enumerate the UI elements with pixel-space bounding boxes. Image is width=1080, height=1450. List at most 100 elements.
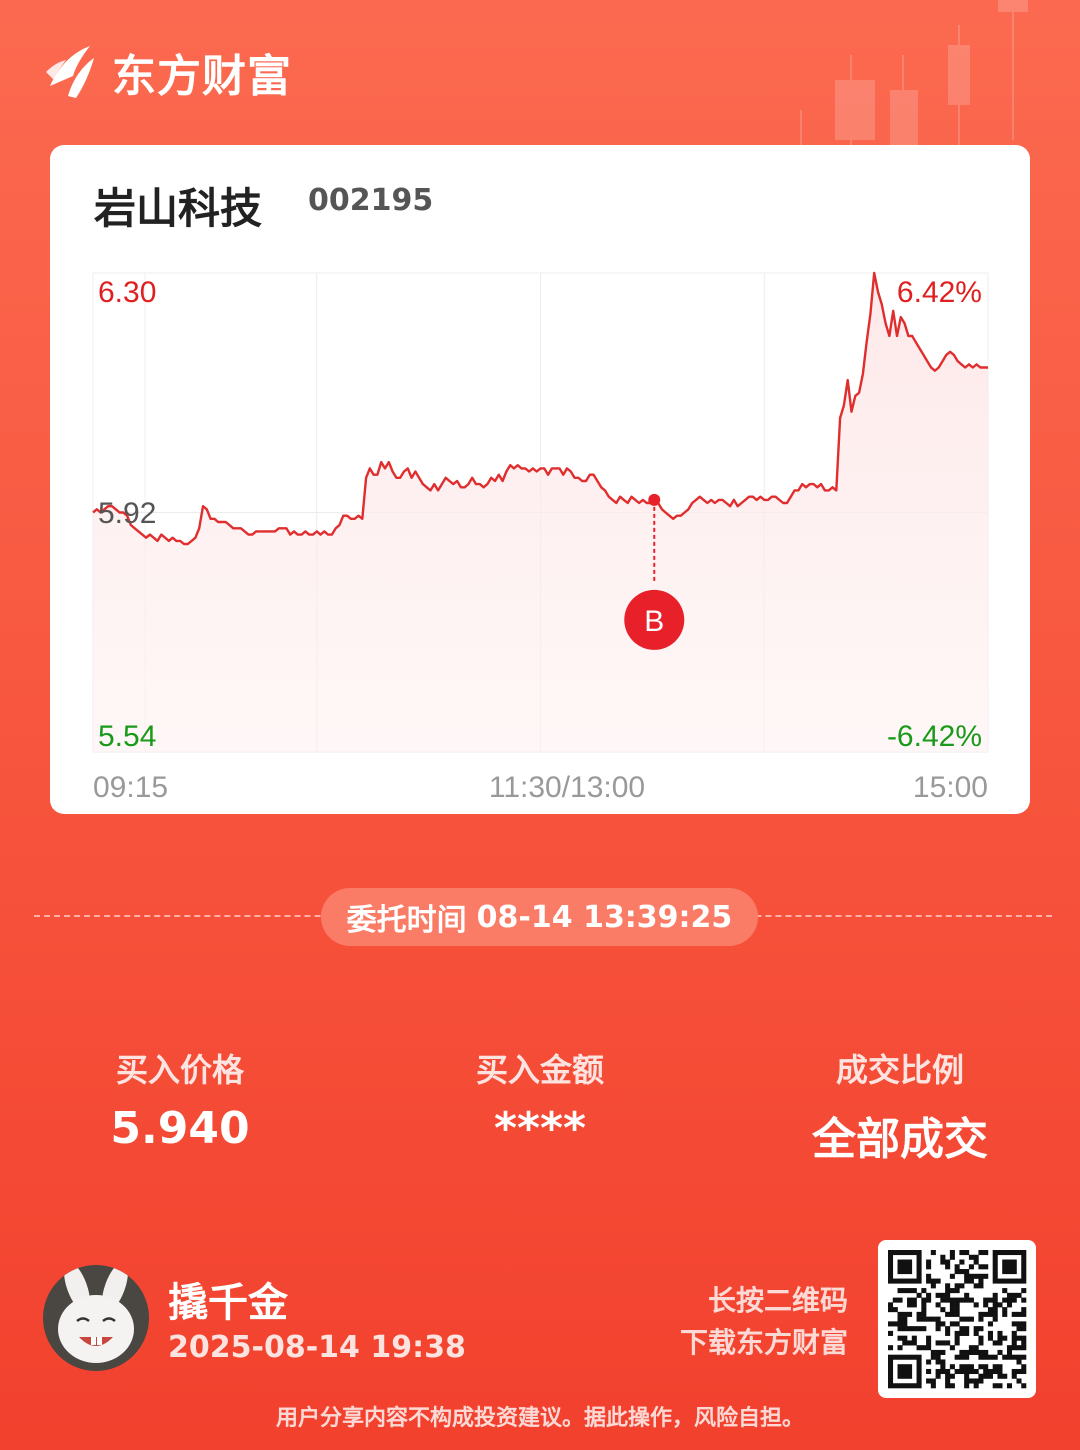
qr-module (1016, 1326, 1022, 1332)
metric-value: 全部成交 (812, 1114, 988, 1165)
qr-module (992, 1264, 998, 1270)
qr-module (992, 1311, 998, 1317)
qr-module (916, 1269, 922, 1275)
qr-module (968, 1264, 974, 1270)
qr-module (1006, 1302, 1013, 1308)
qr-module (902, 1373, 908, 1379)
qr-module (954, 1321, 960, 1327)
qr-module (888, 1269, 894, 1275)
qr-module (1011, 1269, 1017, 1275)
qr-module (892, 1321, 898, 1327)
qr-module (935, 1316, 941, 1322)
qr-module (992, 1307, 998, 1313)
qr-module (911, 1383, 917, 1389)
download-qr-code[interactable] (878, 1240, 1036, 1398)
qr-module (973, 1349, 979, 1355)
qr-module (935, 1321, 941, 1327)
qr-module (926, 1316, 932, 1322)
qr-module (945, 1373, 951, 1379)
qr-module (964, 1349, 970, 1355)
qr-module (926, 1345, 932, 1351)
qr-module (987, 1373, 993, 1379)
qr-module (892, 1278, 898, 1284)
qr-module (888, 1354, 894, 1360)
qr-module (968, 1345, 974, 1351)
qr-module (926, 1292, 932, 1298)
y-label-mid: 5.92 (98, 497, 156, 530)
qr-module (997, 1335, 1003, 1341)
qr-module (888, 1250, 894, 1256)
qr-module (926, 1335, 932, 1341)
brand-name: 东方财富 (112, 51, 292, 102)
qr-module (935, 1368, 941, 1375)
qr-module (940, 1297, 946, 1303)
qr-module (926, 1359, 932, 1365)
qr-module (983, 1264, 989, 1270)
qr-module (907, 1364, 913, 1370)
qr-module (1021, 1307, 1027, 1313)
qr-module (978, 1373, 984, 1379)
qr-module (968, 1273, 974, 1279)
qr-module (907, 1368, 913, 1375)
qr-module (902, 1368, 908, 1375)
qr-module (940, 1364, 946, 1370)
qr-module (992, 1254, 998, 1260)
qr-module (907, 1288, 913, 1294)
qr-module (892, 1354, 898, 1360)
qr-module (1011, 1250, 1017, 1256)
qr-module (935, 1359, 941, 1365)
qr-module (978, 1273, 984, 1279)
qr-module (992, 1250, 998, 1256)
qr-module (897, 1368, 903, 1375)
qr-module (959, 1364, 965, 1370)
qr-module (888, 1378, 894, 1384)
qr-module (935, 1326, 941, 1332)
qr-module (945, 1383, 951, 1389)
qr-module (964, 1354, 970, 1360)
marker-dot (648, 493, 661, 506)
qr-module (959, 1316, 965, 1322)
qr-module (940, 1321, 946, 1327)
qr-module (888, 1302, 894, 1308)
qr-module (911, 1288, 917, 1294)
qr-module (959, 1330, 965, 1336)
qr-module (921, 1326, 927, 1332)
qr-module (954, 1302, 960, 1308)
qr-module (987, 1335, 993, 1341)
qr-hint-line1: 长按二维码 (707, 1284, 848, 1317)
qr-module (916, 1278, 922, 1284)
qr-module (1006, 1297, 1013, 1303)
qr-module (954, 1311, 960, 1317)
qr-module (1006, 1383, 1013, 1389)
qr-module (921, 1302, 927, 1308)
qr-module (916, 1359, 922, 1365)
qr-module (911, 1326, 917, 1332)
qr-module (1021, 1250, 1027, 1256)
qr-module (940, 1368, 946, 1375)
qr-module (930, 1250, 936, 1256)
qr-module (930, 1316, 936, 1322)
qr-module (902, 1259, 908, 1265)
qr-module (973, 1383, 979, 1389)
qr-module (911, 1354, 917, 1360)
avatar[interactable] (43, 1265, 149, 1371)
qr-module (935, 1278, 941, 1284)
qr-module (992, 1340, 998, 1346)
qr-module (897, 1264, 903, 1270)
qr-module (907, 1302, 913, 1308)
qr-module (888, 1307, 894, 1313)
qr-module (916, 1383, 922, 1389)
qr-module (888, 1278, 894, 1284)
qr-module (1016, 1368, 1022, 1375)
qr-module (964, 1373, 970, 1379)
qr-module (926, 1273, 932, 1279)
qr-module (945, 1326, 951, 1332)
qr-module (1011, 1373, 1017, 1379)
qr-module (1002, 1354, 1008, 1360)
qr-module (992, 1292, 998, 1298)
metric-label: 成交比例 (835, 1051, 964, 1089)
qr-module (959, 1368, 965, 1375)
qr-module (1011, 1321, 1017, 1327)
qr-module (921, 1307, 927, 1313)
qr-module (907, 1250, 913, 1256)
